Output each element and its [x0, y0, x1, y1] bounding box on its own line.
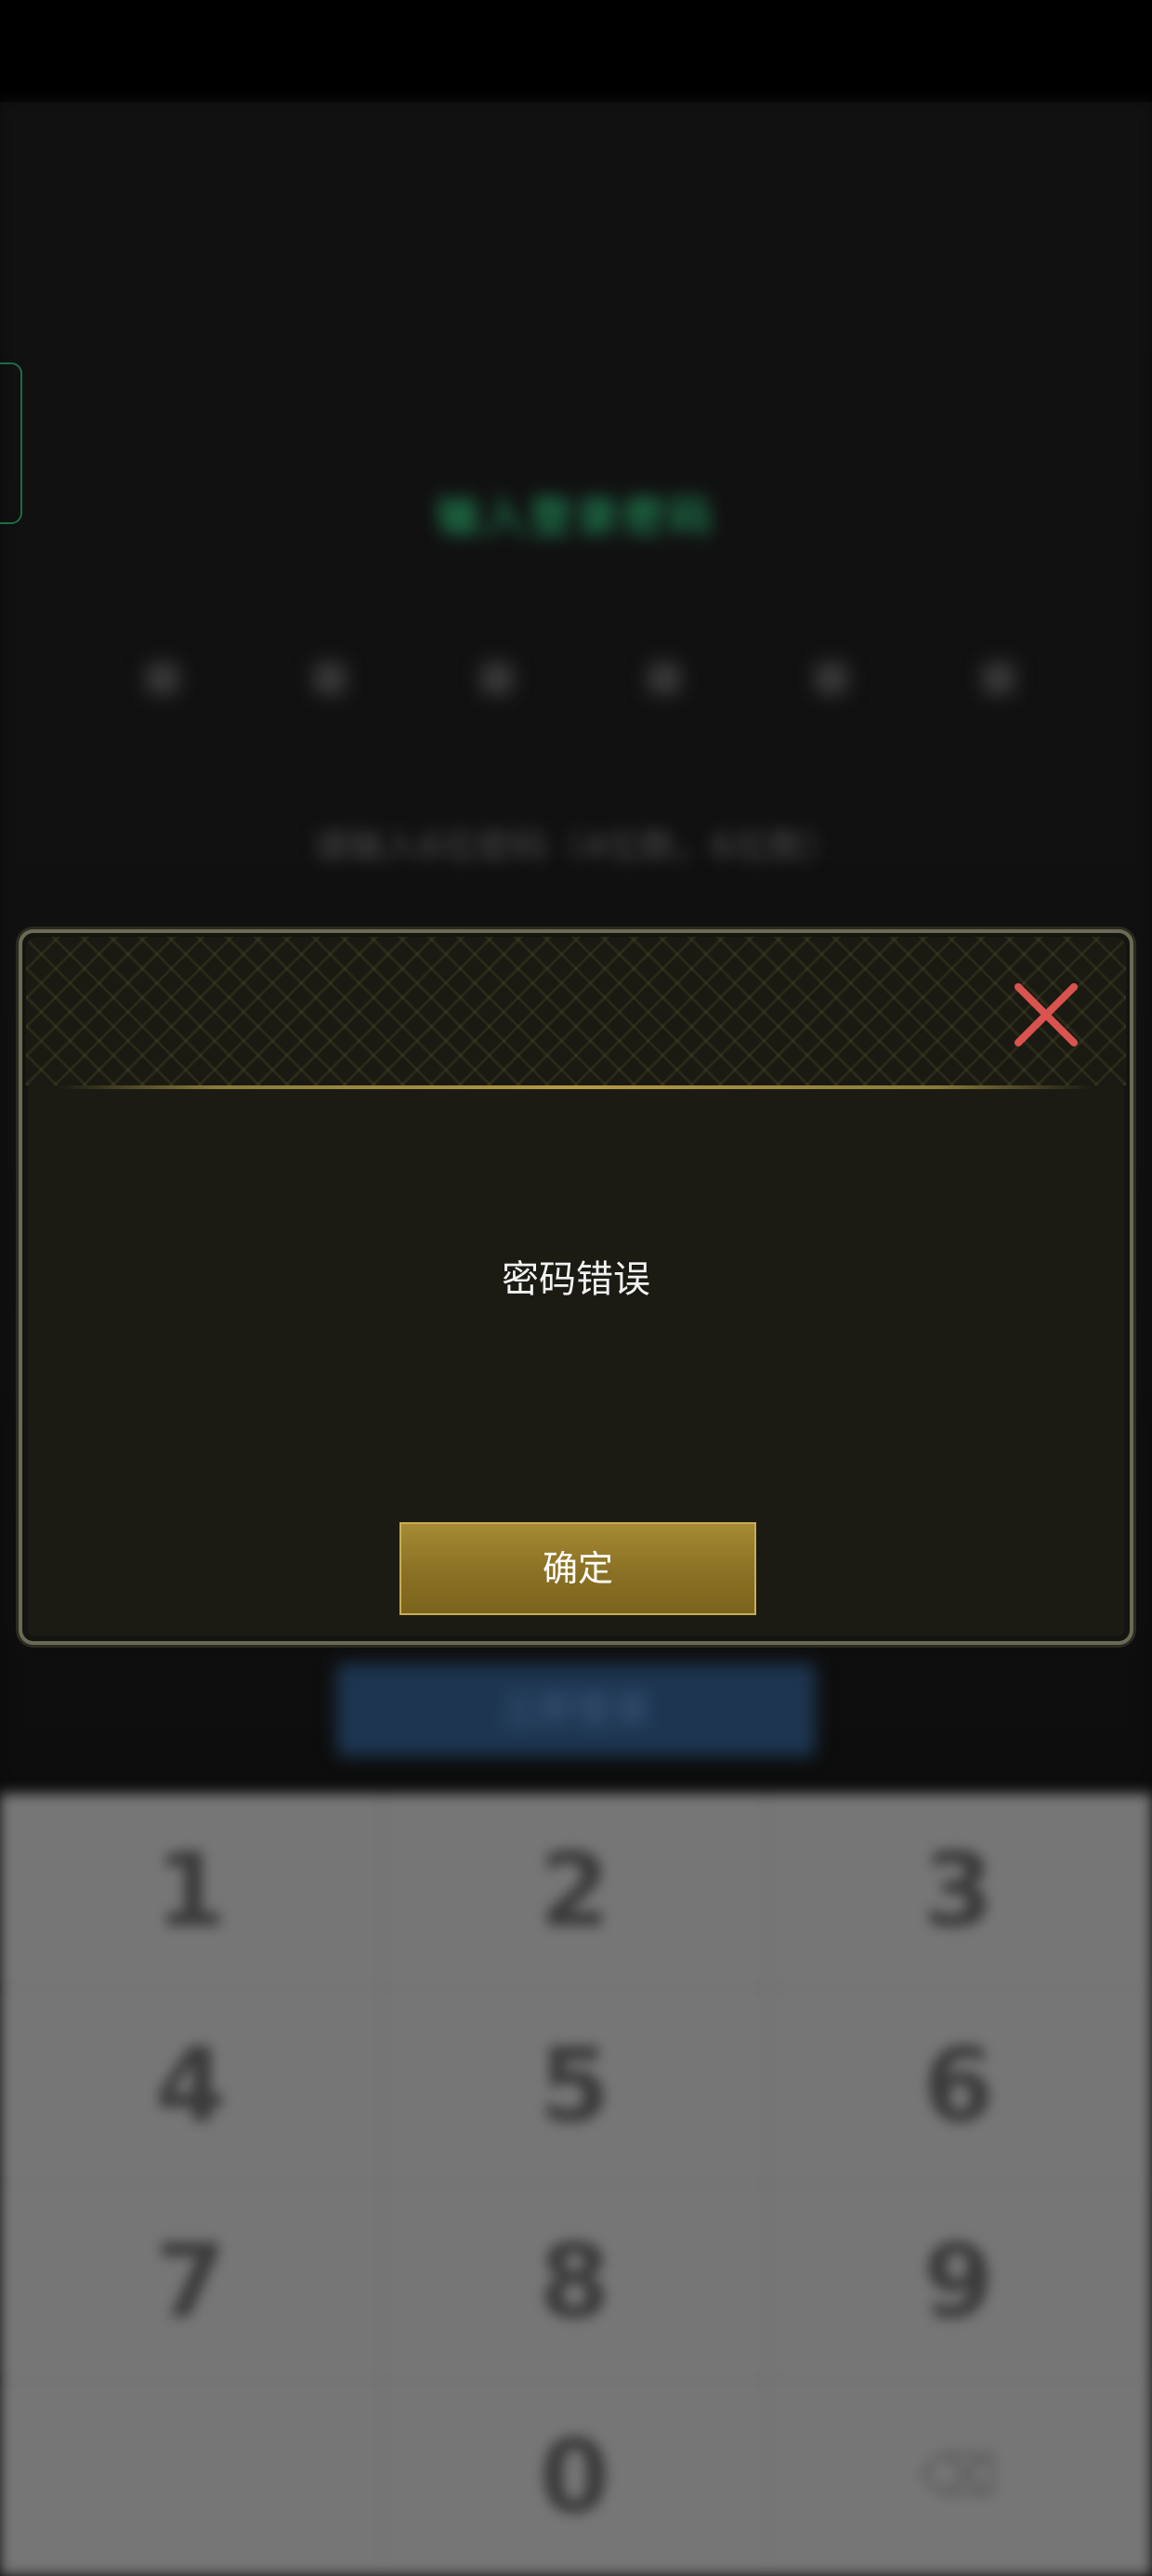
pin-digit-6 — [957, 641, 1041, 716]
pin-digit-3 — [455, 641, 539, 716]
pin-input-row — [121, 641, 1041, 716]
keypad-key-empty — [0, 2380, 385, 2576]
keypad-backspace-key[interactable]: ⌫ — [767, 2380, 1152, 2576]
close-icon — [1015, 983, 1078, 1046]
keypad-key-1[interactable]: 1 — [0, 1794, 385, 1990]
keypad-key-5[interactable]: 5 — [384, 1989, 768, 2185]
pin-digit-4 — [622, 641, 706, 716]
numeric-keypad: 1 2 3 4 5 6 7 8 9 0 ⌫ — [0, 1794, 1152, 2576]
pin-digit-5 — [790, 641, 873, 716]
background-hint: 请输入6位密码（4位数，6位数） — [312, 826, 840, 867]
keypad-key-9[interactable]: 9 — [767, 2185, 1152, 2381]
keypad-key-7[interactable]: 7 — [0, 2185, 385, 2381]
keypad-key-4[interactable]: 4 — [0, 1989, 385, 2185]
status-bar — [0, 0, 1152, 102]
background-submit-button: 立即登录 — [336, 1663, 816, 1756]
dialog-header-divider — [59, 1085, 1093, 1089]
dialog-header-pattern — [26, 937, 1126, 1085]
pin-digit-1 — [121, 641, 204, 716]
pin-digit-2 — [288, 641, 372, 716]
error-message: 密码错误 — [502, 1258, 650, 1301]
error-dialog: 密码错误 确定 — [19, 929, 1133, 1645]
keypad-key-8[interactable]: 8 — [384, 2185, 768, 2381]
background-title: 输入登录密码 — [437, 492, 715, 542]
keypad-key-6[interactable]: 6 — [767, 1989, 1152, 2185]
keypad-key-3[interactable]: 3 — [767, 1794, 1152, 1990]
keypad-key-2[interactable]: 2 — [384, 1794, 768, 1990]
close-button[interactable] — [1009, 978, 1083, 1052]
keypad-key-0[interactable]: 0 — [384, 2380, 768, 2576]
confirm-button[interactable]: 确定 — [399, 1522, 756, 1615]
